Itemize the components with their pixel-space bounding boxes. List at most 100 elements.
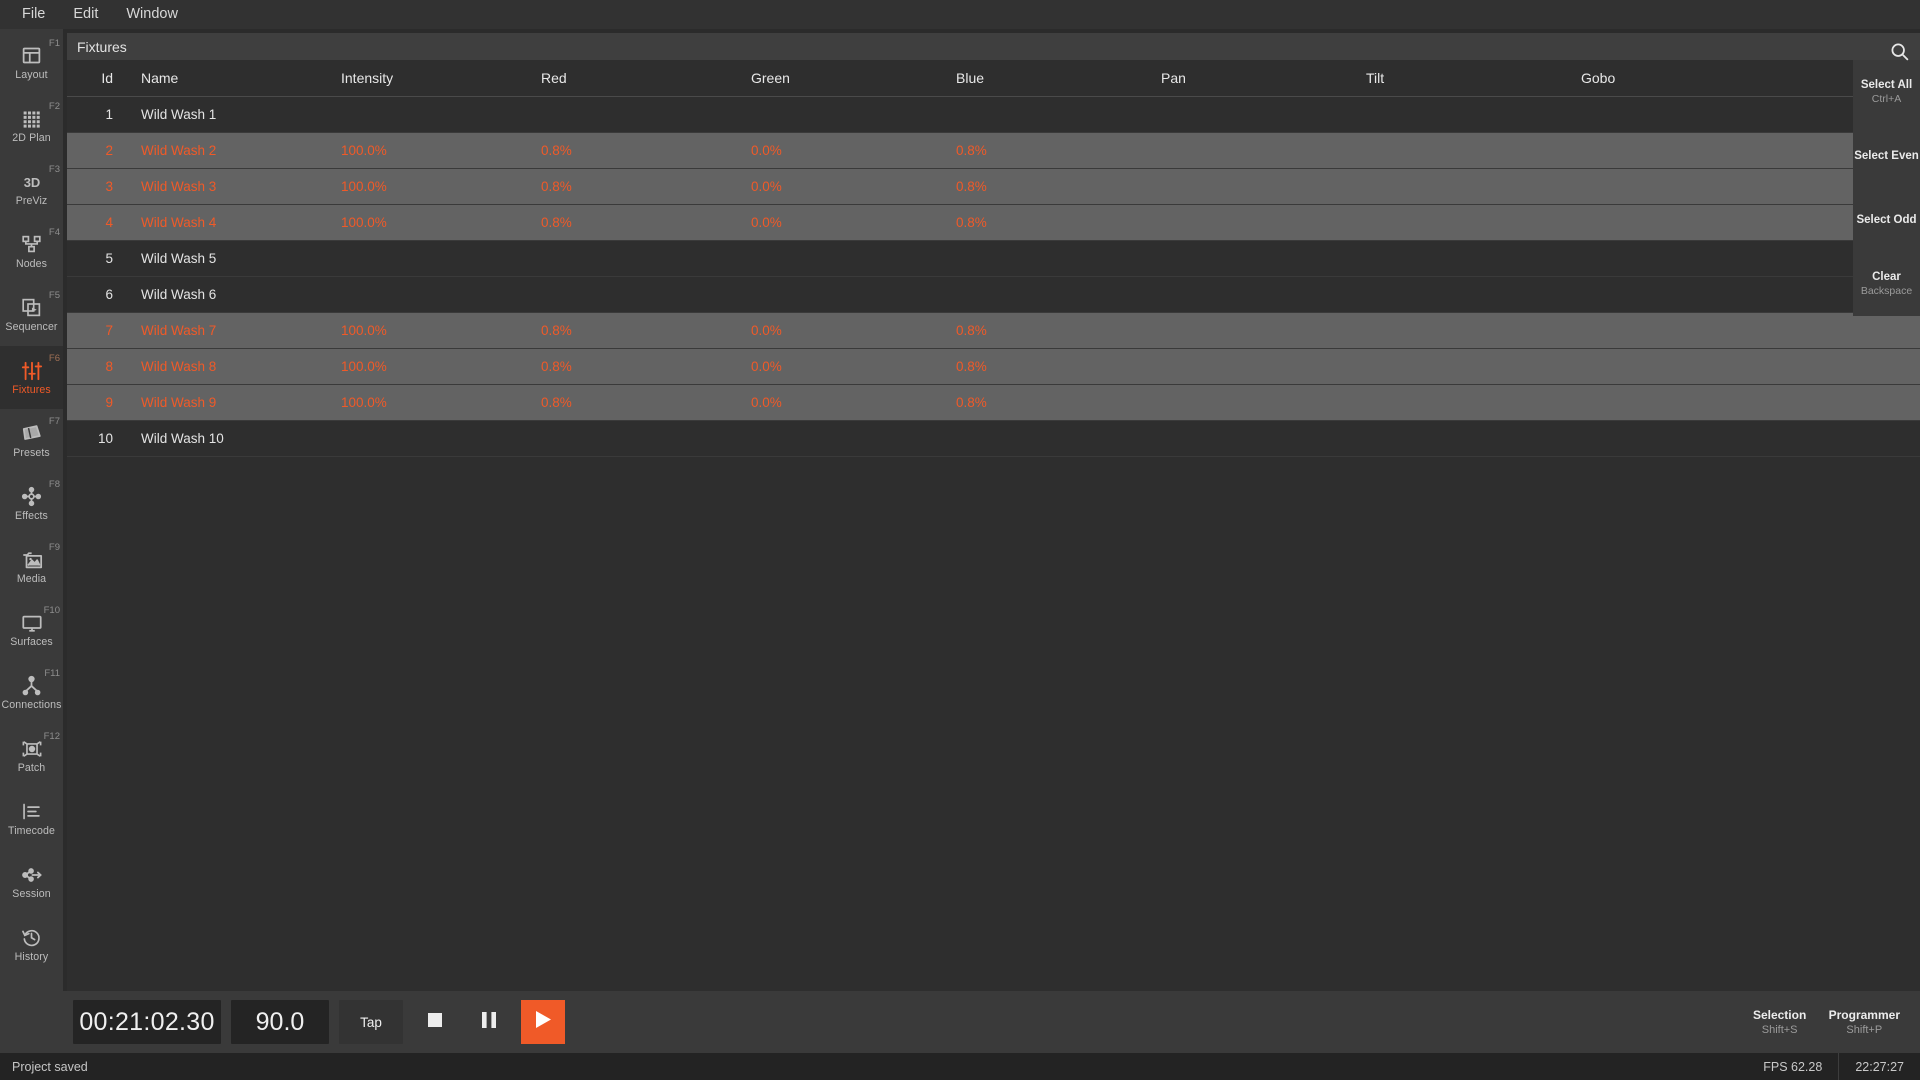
cell-green[interactable]: 0.0% bbox=[737, 312, 942, 349]
cell-pan[interactable] bbox=[1147, 384, 1352, 421]
table-row[interactable]: 3 Wild Wash 3 100.0% 0.8% 0.0% 0.8% bbox=[67, 168, 1920, 205]
sidebar-item-presets[interactable]: F7 Presets bbox=[0, 409, 63, 472]
cell-id[interactable]: 3 bbox=[67, 168, 127, 205]
cell-pan[interactable] bbox=[1147, 132, 1352, 169]
cell-blue[interactable] bbox=[942, 276, 1147, 313]
cell-gobo[interactable] bbox=[1567, 312, 1920, 349]
column-header-red[interactable]: Red bbox=[527, 60, 737, 97]
cell-pan[interactable] bbox=[1147, 96, 1352, 133]
table-row[interactable]: 4 Wild Wash 4 100.0% 0.8% 0.0% 0.8% bbox=[67, 204, 1920, 241]
cell-name[interactable]: Wild Wash 1 bbox=[127, 96, 327, 133]
cell-gobo[interactable] bbox=[1567, 420, 1920, 457]
cell-red[interactable]: 0.8% bbox=[527, 168, 737, 205]
cell-intensity[interactable]: 100.0% bbox=[327, 132, 527, 169]
cell-name[interactable]: Wild Wash 9 bbox=[127, 384, 327, 421]
cell-name[interactable]: Wild Wash 4 bbox=[127, 204, 327, 241]
cell-pan[interactable] bbox=[1147, 348, 1352, 385]
cell-blue[interactable] bbox=[942, 240, 1147, 277]
rail-button-select-even[interactable]: Select Even bbox=[1853, 124, 1920, 188]
cell-tilt[interactable] bbox=[1352, 348, 1567, 385]
cell-red[interactable] bbox=[527, 420, 737, 457]
sidebar-item-2d-plan[interactable]: F2 2D Plan bbox=[0, 94, 63, 157]
cell-blue[interactable]: 0.8% bbox=[942, 168, 1147, 205]
rail-button-select-odd[interactable]: Select Odd bbox=[1853, 188, 1920, 252]
cell-red[interactable]: 0.8% bbox=[527, 312, 737, 349]
cell-tilt[interactable] bbox=[1352, 204, 1567, 241]
cell-green[interactable] bbox=[737, 420, 942, 457]
cell-red[interactable]: 0.8% bbox=[527, 384, 737, 421]
cell-name[interactable]: Wild Wash 10 bbox=[127, 420, 327, 457]
cell-id[interactable]: 5 bbox=[67, 240, 127, 277]
cell-red[interactable]: 0.8% bbox=[527, 348, 737, 385]
cell-name[interactable]: Wild Wash 7 bbox=[127, 312, 327, 349]
cell-id[interactable]: 9 bbox=[67, 384, 127, 421]
column-header-tilt[interactable]: Tilt bbox=[1352, 60, 1567, 97]
cell-intensity[interactable] bbox=[327, 276, 527, 313]
cell-green[interactable]: 0.0% bbox=[737, 168, 942, 205]
table-row[interactable]: 9 Wild Wash 9 100.0% 0.8% 0.0% 0.8% bbox=[67, 384, 1920, 421]
rail-button-select-all[interactable]: Select All Ctrl+A bbox=[1853, 60, 1920, 124]
sidebar-item-previz[interactable]: F3 3D PreViz bbox=[0, 157, 63, 220]
cell-name[interactable]: Wild Wash 5 bbox=[127, 240, 327, 277]
column-header-green[interactable]: Green bbox=[737, 60, 942, 97]
cell-id[interactable]: 10 bbox=[67, 420, 127, 457]
sidebar-item-surfaces[interactable]: F10 Surfaces bbox=[0, 598, 63, 661]
table-row[interactable]: 2 Wild Wash 2 100.0% 0.8% 0.0% 0.8% bbox=[67, 132, 1920, 169]
play-button[interactable] bbox=[521, 1000, 565, 1044]
cell-tilt[interactable] bbox=[1352, 384, 1567, 421]
sidebar-item-media[interactable]: F9 Media bbox=[0, 535, 63, 598]
cell-tilt[interactable] bbox=[1352, 168, 1567, 205]
cell-blue[interactable]: 0.8% bbox=[942, 204, 1147, 241]
cell-id[interactable]: 4 bbox=[67, 204, 127, 241]
sidebar-item-timecode[interactable]: Timecode bbox=[0, 787, 63, 850]
cell-blue[interactable]: 0.8% bbox=[942, 348, 1147, 385]
cell-green[interactable]: 0.0% bbox=[737, 132, 942, 169]
cell-green[interactable] bbox=[737, 96, 942, 133]
cell-tilt[interactable] bbox=[1352, 420, 1567, 457]
cell-blue[interactable] bbox=[942, 96, 1147, 133]
table-row[interactable]: 10 Wild Wash 10 bbox=[67, 420, 1920, 457]
cell-id[interactable]: 6 bbox=[67, 276, 127, 313]
menu-window[interactable]: Window bbox=[112, 4, 192, 25]
tap-button[interactable]: Tap bbox=[339, 1000, 403, 1044]
cell-pan[interactable] bbox=[1147, 312, 1352, 349]
cell-intensity[interactable] bbox=[327, 420, 527, 457]
column-header-blue[interactable]: Blue bbox=[942, 60, 1147, 97]
cell-gobo[interactable] bbox=[1567, 384, 1920, 421]
sidebar-item-history[interactable]: History bbox=[0, 913, 63, 976]
cell-tilt[interactable] bbox=[1352, 312, 1567, 349]
cell-tilt[interactable] bbox=[1352, 240, 1567, 277]
cell-intensity[interactable]: 100.0% bbox=[327, 312, 527, 349]
sidebar-item-session[interactable]: Session bbox=[0, 850, 63, 913]
column-header-intensity[interactable]: Intensity bbox=[327, 60, 527, 97]
cell-red[interactable] bbox=[527, 276, 737, 313]
sidebar-item-layout[interactable]: F1 Layout bbox=[0, 31, 63, 94]
cell-green[interactable] bbox=[737, 276, 942, 313]
cell-blue[interactable] bbox=[942, 420, 1147, 457]
sidebar-item-sequencer[interactable]: F5 Sequencer bbox=[0, 283, 63, 346]
cell-pan[interactable] bbox=[1147, 240, 1352, 277]
cell-pan[interactable] bbox=[1147, 276, 1352, 313]
cell-name[interactable]: Wild Wash 6 bbox=[127, 276, 327, 313]
transport-button-programmer[interactable]: Programmer Shift+P bbox=[1819, 994, 1910, 1050]
table-row[interactable]: 6 Wild Wash 6 bbox=[67, 276, 1920, 313]
cell-red[interactable]: 0.8% bbox=[527, 132, 737, 169]
cell-pan[interactable] bbox=[1147, 420, 1352, 457]
table-row[interactable]: 8 Wild Wash 8 100.0% 0.8% 0.0% 0.8% bbox=[67, 348, 1920, 385]
cell-tilt[interactable] bbox=[1352, 132, 1567, 169]
cell-intensity[interactable]: 100.0% bbox=[327, 348, 527, 385]
column-header-id[interactable]: Id bbox=[67, 60, 127, 97]
cell-id[interactable]: 1 bbox=[67, 96, 127, 133]
column-header-pan[interactable]: Pan bbox=[1147, 60, 1352, 97]
cell-gobo[interactable] bbox=[1567, 348, 1920, 385]
sidebar-item-connections[interactable]: F11 Connections bbox=[0, 661, 63, 724]
cell-green[interactable]: 0.0% bbox=[737, 384, 942, 421]
cell-name[interactable]: Wild Wash 3 bbox=[127, 168, 327, 205]
search-icon[interactable] bbox=[1884, 36, 1914, 66]
cell-tilt[interactable] bbox=[1352, 96, 1567, 133]
cell-intensity[interactable] bbox=[327, 240, 527, 277]
stop-button[interactable] bbox=[413, 1000, 457, 1044]
sidebar-item-fixtures[interactable]: F6 Fixtures bbox=[0, 346, 63, 409]
cell-tilt[interactable] bbox=[1352, 276, 1567, 313]
cell-intensity[interactable]: 100.0% bbox=[327, 168, 527, 205]
